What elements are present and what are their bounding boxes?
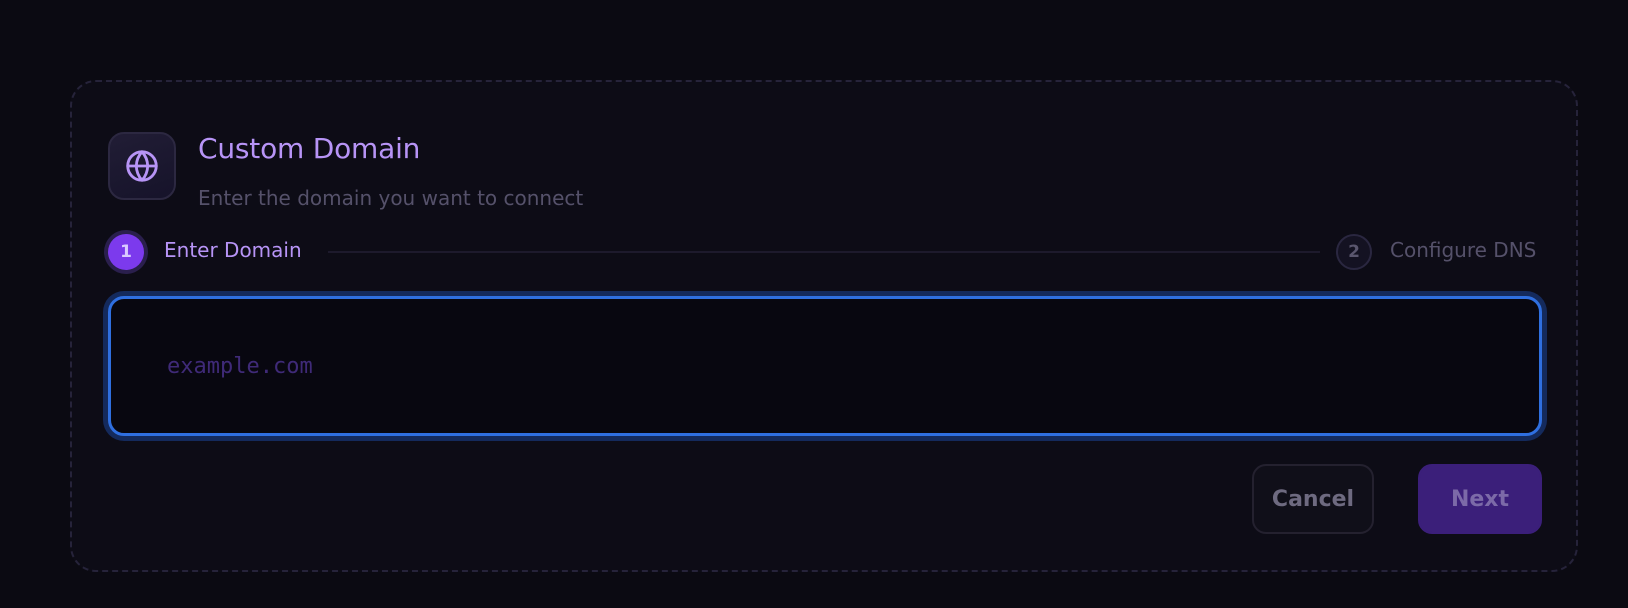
next-button[interactable]: Next (1418, 464, 1542, 534)
cancel-button[interactable]: Cancel (1252, 464, 1374, 534)
page-subtitle: Enter the domain you want to connect (198, 186, 584, 210)
globe-icon (108, 132, 176, 200)
step-1-indicator: 1 (108, 234, 144, 270)
step-1-label: Enter Domain (164, 238, 302, 262)
step-2-label: Configure DNS (1390, 238, 1537, 262)
page-title: Custom Domain (198, 132, 421, 165)
step-connector (328, 251, 1320, 253)
custom-domain-card: Custom Domain Enter the domain you want … (70, 80, 1578, 572)
step-2-indicator: 2 (1336, 234, 1372, 270)
domain-input[interactable] (108, 296, 1542, 436)
